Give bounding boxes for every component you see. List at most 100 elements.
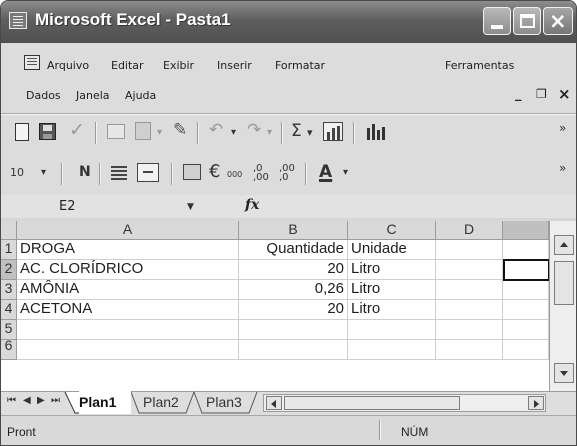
align-right-icon[interactable] xyxy=(111,166,127,180)
last-sheet-icon[interactable]: ⏭ xyxy=(51,395,60,406)
row-header[interactable]: 1 xyxy=(1,240,17,260)
cell-c2[interactable]: Litro xyxy=(348,260,436,280)
scroll-up-button[interactable] xyxy=(554,235,574,255)
cell-a2[interactable]: AC. CLORÍDRICO xyxy=(17,260,239,280)
sheet-tab-plan1[interactable]: Plan1 xyxy=(79,391,131,414)
autosum-icon[interactable]: Σ xyxy=(291,121,302,141)
save-icon[interactable] xyxy=(39,123,56,140)
workbook-close-button[interactable]: × xyxy=(558,85,571,103)
euro-icon[interactable]: € xyxy=(209,161,220,182)
menu-ajuda[interactable]: Ajuda xyxy=(125,89,156,102)
workbook-restore-button[interactable]: ❐ xyxy=(536,87,547,101)
copy-icon[interactable] xyxy=(107,124,125,139)
new-document-icon[interactable] xyxy=(15,123,29,141)
thousands-separator-icon[interactable]: 000 xyxy=(227,170,242,179)
row-header[interactable]: 6 xyxy=(1,338,17,360)
next-sheet-icon[interactable]: ▶ xyxy=(37,395,45,406)
close-button[interactable]: × xyxy=(543,7,573,35)
paste-icon[interactable] xyxy=(135,122,151,140)
undo-icon[interactable]: ↶ xyxy=(209,120,223,140)
cell-b6[interactable] xyxy=(239,340,348,360)
scroll-down-button[interactable] xyxy=(554,363,574,383)
column-header-b[interactable]: B xyxy=(239,221,348,240)
scroll-right-button[interactable] xyxy=(528,396,544,410)
cell-d5[interactable] xyxy=(436,320,503,340)
workbook-icon[interactable] xyxy=(24,55,40,70)
cell-c5[interactable] xyxy=(348,320,436,340)
font-size-box[interactable]: 10 xyxy=(10,166,24,179)
undo-dropdown-icon[interactable]: ▾ xyxy=(231,127,236,138)
cell-b3[interactable]: 0,26 xyxy=(239,280,348,300)
first-sheet-icon[interactable]: ⏮ xyxy=(7,395,16,406)
cell-e3[interactable] xyxy=(503,280,549,300)
cell-a4[interactable]: ACETONA xyxy=(17,300,239,320)
cell-e4[interactable] xyxy=(503,300,549,320)
row-header[interactable]: 2 xyxy=(1,260,17,280)
menu-ferramentas[interactable]: Ferramentas xyxy=(445,59,514,72)
menu-dados[interactable]: Dados xyxy=(26,89,61,102)
cell-b5[interactable] xyxy=(239,320,348,340)
decrease-decimal-icon[interactable]: ,00,0 xyxy=(279,164,295,183)
menu-inserir[interactable]: Inserir xyxy=(217,59,252,72)
horizontal-scrollbar[interactable] xyxy=(263,394,546,412)
worksheet-grid[interactable]: A B C D 1 2 3 4 5 6 DROGA Quantidade Uni… xyxy=(1,221,549,391)
autosum-dropdown-icon[interactable]: ▾ xyxy=(307,126,313,139)
redo-icon[interactable]: ↷ xyxy=(247,120,261,140)
cell-c1[interactable]: Unidade xyxy=(348,240,436,260)
cell-a6[interactable] xyxy=(17,340,239,360)
cell-a3[interactable]: AMÔNIA xyxy=(17,280,239,300)
cell-c6[interactable] xyxy=(348,340,436,360)
row-header[interactable]: 4 xyxy=(1,300,17,320)
font-size-dropdown-icon[interactable]: ▾ xyxy=(41,167,46,178)
minimize-button[interactable] xyxy=(483,7,511,35)
name-box-dropdown-icon[interactable]: ▼ xyxy=(187,202,194,212)
redo-dropdown-icon[interactable]: ▾ xyxy=(267,127,272,138)
maximize-button[interactable] xyxy=(513,7,541,35)
name-box[interactable] xyxy=(27,197,205,216)
cell-e1[interactable] xyxy=(503,240,549,260)
spelling-icon[interactable]: ✓ xyxy=(69,119,85,141)
font-color-dropdown-icon[interactable]: ▾ xyxy=(343,167,348,178)
cell-d1[interactable] xyxy=(436,240,503,260)
cell-e5[interactable] xyxy=(503,320,549,340)
currency-format-icon[interactable] xyxy=(183,164,201,180)
increase-decimal-icon[interactable]: ,0,00 xyxy=(253,164,269,183)
menu-exibir[interactable]: Exibir xyxy=(163,59,194,72)
cell-d6[interactable] xyxy=(436,340,503,360)
paste-dropdown-icon[interactable]: ▾ xyxy=(157,127,162,138)
cell-d2[interactable] xyxy=(436,260,503,280)
cell-d3[interactable] xyxy=(436,280,503,300)
column-header-a[interactable]: A xyxy=(17,221,239,240)
toolbar-overflow-icon[interactable]: » xyxy=(559,161,566,175)
vertical-scrollbar[interactable] xyxy=(549,221,576,391)
column-header-d[interactable]: D xyxy=(436,221,503,240)
menu-editar[interactable]: Editar xyxy=(111,59,144,72)
select-all-corner[interactable] xyxy=(1,221,17,240)
bold-button[interactable]: N xyxy=(79,164,91,180)
cell-b2[interactable]: 20 xyxy=(239,260,348,280)
scroll-left-button[interactable] xyxy=(266,396,282,410)
cell-b4[interactable]: 20 xyxy=(239,300,348,320)
cell-a1[interactable]: DROGA xyxy=(17,240,239,260)
column-header-c[interactable]: C xyxy=(348,221,436,240)
toolbar-overflow-icon[interactable]: » xyxy=(559,121,566,135)
cell-c3[interactable]: Litro xyxy=(348,280,436,300)
workbook-minimize-button[interactable]: _ xyxy=(515,87,522,102)
column-header-e[interactable] xyxy=(503,221,549,240)
cell-a5[interactable] xyxy=(17,320,239,340)
h-scroll-thumb[interactable] xyxy=(284,396,460,410)
drawing-icon[interactable] xyxy=(365,124,385,140)
sheet-tab-plan2[interactable]: Plan2 xyxy=(143,391,193,414)
scroll-thumb[interactable] xyxy=(554,261,574,305)
formula-input[interactable] xyxy=(271,197,571,216)
cell-d4[interactable] xyxy=(436,300,503,320)
menu-formatar[interactable]: Formatar xyxy=(275,59,325,72)
prev-sheet-icon[interactable]: ◀ xyxy=(23,395,31,406)
sheet-tab-plan3[interactable]: Plan3 xyxy=(206,391,256,414)
chart-wizard-icon[interactable] xyxy=(323,122,343,141)
merge-center-icon[interactable] xyxy=(137,163,159,182)
menu-janela[interactable]: Janela xyxy=(76,89,110,102)
excel-app-icon[interactable] xyxy=(9,12,27,29)
cell-b1[interactable]: Quantidade xyxy=(239,240,348,260)
menu-arquivo[interactable]: Arquivo xyxy=(47,59,89,72)
